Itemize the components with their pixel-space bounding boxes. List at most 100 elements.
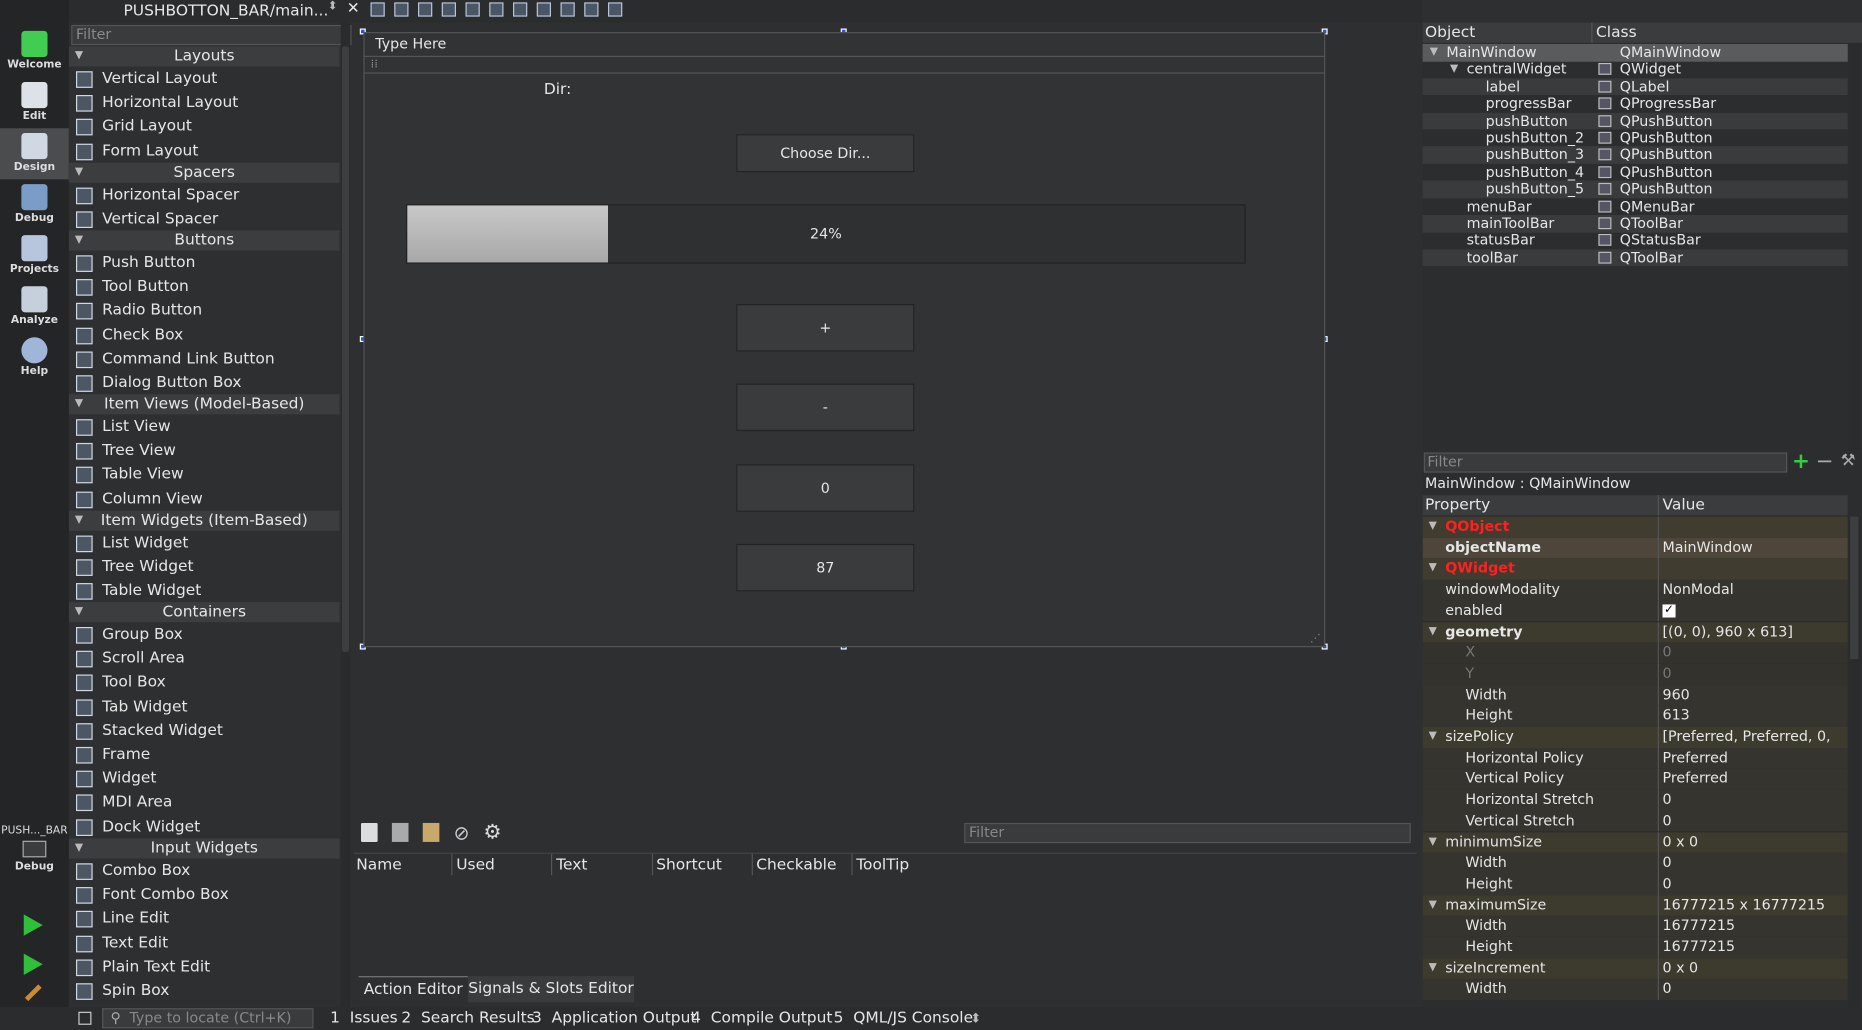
widget-category-input-widgets[interactable]: ▼ Input Widgets: [68, 838, 340, 859]
property-row-horizontal-policy[interactable]: Horizontal Policy Preferred: [1422, 747, 1848, 769]
property-row-objectname[interactable]: objectName MainWindow: [1422, 537, 1848, 559]
widget-item-dialog-button-box[interactable]: Dialog Button Box: [69, 372, 340, 396]
main-window-form[interactable]: Type Here ⁞⁞ Dir: Choose Dir... 24% + - …: [363, 32, 1326, 648]
mode-design[interactable]: Design: [0, 128, 69, 180]
widget-item-table-view[interactable]: Table View: [69, 464, 340, 488]
expand-arrow-icon[interactable]: ▼: [1429, 517, 1437, 538]
property-value[interactable]: 16777215: [1663, 937, 1736, 958]
expand-arrow-icon[interactable]: ▼: [75, 163, 83, 183]
property-value[interactable]: MainWindow: [1663, 538, 1753, 559]
configure-gear-icon[interactable]: ⚙: [483, 821, 501, 845]
property-value[interactable]: 0: [1663, 811, 1672, 832]
widget-item-widget[interactable]: Widget: [69, 767, 340, 791]
layout-form-icon[interactable]: [584, 2, 599, 17]
locator-input[interactable]: Type to locate (Ctrl+K): [102, 1008, 314, 1029]
enabled-checkbox[interactable]: ✓: [1662, 604, 1676, 618]
property-row-width[interactable]: Width 16777215: [1422, 915, 1848, 937]
widget-item-command-link-button[interactable]: Command Link Button: [69, 348, 340, 372]
action-column-name[interactable]: Name: [356, 856, 402, 874]
remove-dynamic-property-icon[interactable]: −: [1816, 449, 1834, 474]
edit-signals-icon[interactable]: [418, 2, 433, 17]
expand-arrow-icon[interactable]: ▼: [1429, 622, 1437, 643]
zero-button[interactable]: 0: [736, 464, 915, 512]
type-here-placeholder[interactable]: Type Here: [375, 36, 446, 53]
configure-wrench-icon[interactable]: ⚒: [1841, 451, 1856, 470]
property-value[interactable]: Preferred: [1663, 769, 1728, 790]
expand-arrow-icon[interactable]: ▼: [1429, 895, 1437, 916]
widget-item-tree-widget[interactable]: Tree Widget: [69, 556, 340, 580]
property-row-height[interactable]: Height 0: [1422, 873, 1848, 895]
property-row-width[interactable]: Width 960: [1422, 684, 1848, 706]
object-row-progressbar[interactable]: progressBar QProgressBar: [1423, 95, 1848, 112]
widget-item-group-box[interactable]: Group Box: [69, 623, 340, 647]
dropdown-arrows-icon[interactable]: ⬍: [328, 0, 338, 13]
output-pane-4[interactable]: 4 Compile Output: [691, 1007, 832, 1030]
widget-item-push-button[interactable]: Push Button: [69, 252, 340, 276]
property-value[interactable]: 0: [1663, 790, 1672, 811]
debug-run-icon[interactable]: [23, 953, 43, 975]
form-toolbar[interactable]: ⁞⁞: [364, 57, 1325, 74]
property-value[interactable]: 0: [1663, 874, 1672, 895]
delete-action-icon[interactable]: ⊘: [454, 822, 470, 845]
property-value[interactable]: 960: [1663, 685, 1690, 706]
property-row-y[interactable]: Y0: [1422, 663, 1848, 685]
layout-horizontal-icon[interactable]: [465, 2, 480, 17]
bring-to-front-icon[interactable]: [394, 2, 409, 17]
widget-category-item-widgets-item-based-[interactable]: ▼ Item Widgets (Item-Based): [68, 510, 340, 531]
widget-item-form-layout[interactable]: Form Layout: [69, 140, 340, 164]
widget-item-combo-box[interactable]: Combo Box: [69, 860, 340, 884]
object-row-pushbutton[interactable]: pushButton QPushButton: [1422, 112, 1848, 130]
widget-item-scroll-area[interactable]: Scroll Area: [69, 647, 340, 671]
widget-box-scrollbar[interactable]: [340, 22, 351, 1007]
object-row-label[interactable]: label QLabel: [1422, 78, 1848, 96]
mode-projects[interactable]: Projects: [0, 230, 69, 281]
widget-filter-input[interactable]: Filter: [71, 24, 352, 46]
widget-category-containers[interactable]: ▼ Containers: [68, 602, 340, 623]
build-hammer-icon[interactable]: [24, 984, 42, 1002]
property-value[interactable]: 0 x 0: [1663, 958, 1699, 979]
eighty-seven-button[interactable]: 87: [736, 543, 915, 592]
widget-item-column-view[interactable]: Column View: [69, 488, 340, 512]
object-row-pushbutton-3[interactable]: pushButton_3 QPushButton: [1422, 146, 1848, 164]
output-pane-2[interactable]: 2 Search Results: [401, 1007, 534, 1030]
tab-signals-slots-editor[interactable]: Signals & Slots Editor: [467, 976, 635, 1003]
widget-item-tool-button[interactable]: Tool Button: [69, 276, 340, 300]
property-value[interactable]: 0 x 0: [1663, 832, 1699, 853]
mode-welcome[interactable]: Welcome: [0, 26, 69, 77]
send-to-back-icon[interactable]: [370, 2, 385, 17]
widget-item-tool-box[interactable]: Tool Box: [69, 671, 340, 695]
property-row-maximumsize[interactable]: ▼ maximumSize 16777215 x 16777215: [1422, 894, 1848, 916]
property-row-width[interactable]: Width 0: [1422, 978, 1848, 1000]
property-value[interactable]: 16777215: [1663, 916, 1736, 937]
property-row-height[interactable]: Height 16777215: [1422, 936, 1848, 958]
action-column-used[interactable]: Used: [456, 856, 495, 874]
layout-vertical-icon[interactable]: [489, 2, 504, 17]
expand-arrow-icon[interactable]: ▼: [1429, 958, 1437, 979]
object-row-pushbutton-5[interactable]: pushButton_5 QPushButton: [1422, 180, 1848, 198]
widget-item-grid-layout[interactable]: Grid Layout: [69, 116, 340, 140]
layout-grid-icon[interactable]: [560, 2, 575, 17]
edit-buddies-icon[interactable]: [441, 2, 456, 17]
tab-action-editor[interactable]: Action Editor: [358, 976, 468, 1003]
copy-action-icon[interactable]: [391, 822, 409, 842]
output-pane-1[interactable]: 1 Issues: [330, 1007, 398, 1030]
property-value[interactable]: NonModal: [1663, 580, 1734, 601]
widget-item-list-widget[interactable]: List Widget: [69, 532, 340, 556]
property-row-vertical-stretch[interactable]: Vertical Stretch 0: [1422, 810, 1848, 832]
widget-category-buttons[interactable]: ▼ Buttons: [68, 230, 340, 251]
property-value[interactable]: 0: [1663, 664, 1672, 685]
property-row-enabled[interactable]: enabled ✓: [1422, 600, 1848, 622]
widget-item-horizontal-spacer[interactable]: Horizontal Spacer: [69, 184, 340, 208]
layout-splitter-v-icon[interactable]: [536, 2, 551, 17]
widget-item-dock-widget[interactable]: Dock Widget: [69, 815, 340, 839]
mode-help[interactable]: Help: [0, 333, 69, 384]
widget-category-layouts[interactable]: ▼ Layouts: [68, 46, 340, 67]
object-row-pushbutton-4[interactable]: pushButton_4 QPushButton: [1423, 164, 1848, 181]
action-column-shortcut[interactable]: Shortcut: [656, 856, 722, 874]
expand-arrow-icon[interactable]: ▼: [1430, 44, 1438, 61]
widget-item-stacked-widget[interactable]: Stacked Widget: [69, 719, 340, 743]
action-filter-input[interactable]: Filter: [964, 822, 1411, 844]
minus-button[interactable]: -: [736, 383, 915, 432]
widget-item-list-view[interactable]: List View: [69, 416, 340, 440]
plus-button[interactable]: +: [736, 304, 915, 352]
